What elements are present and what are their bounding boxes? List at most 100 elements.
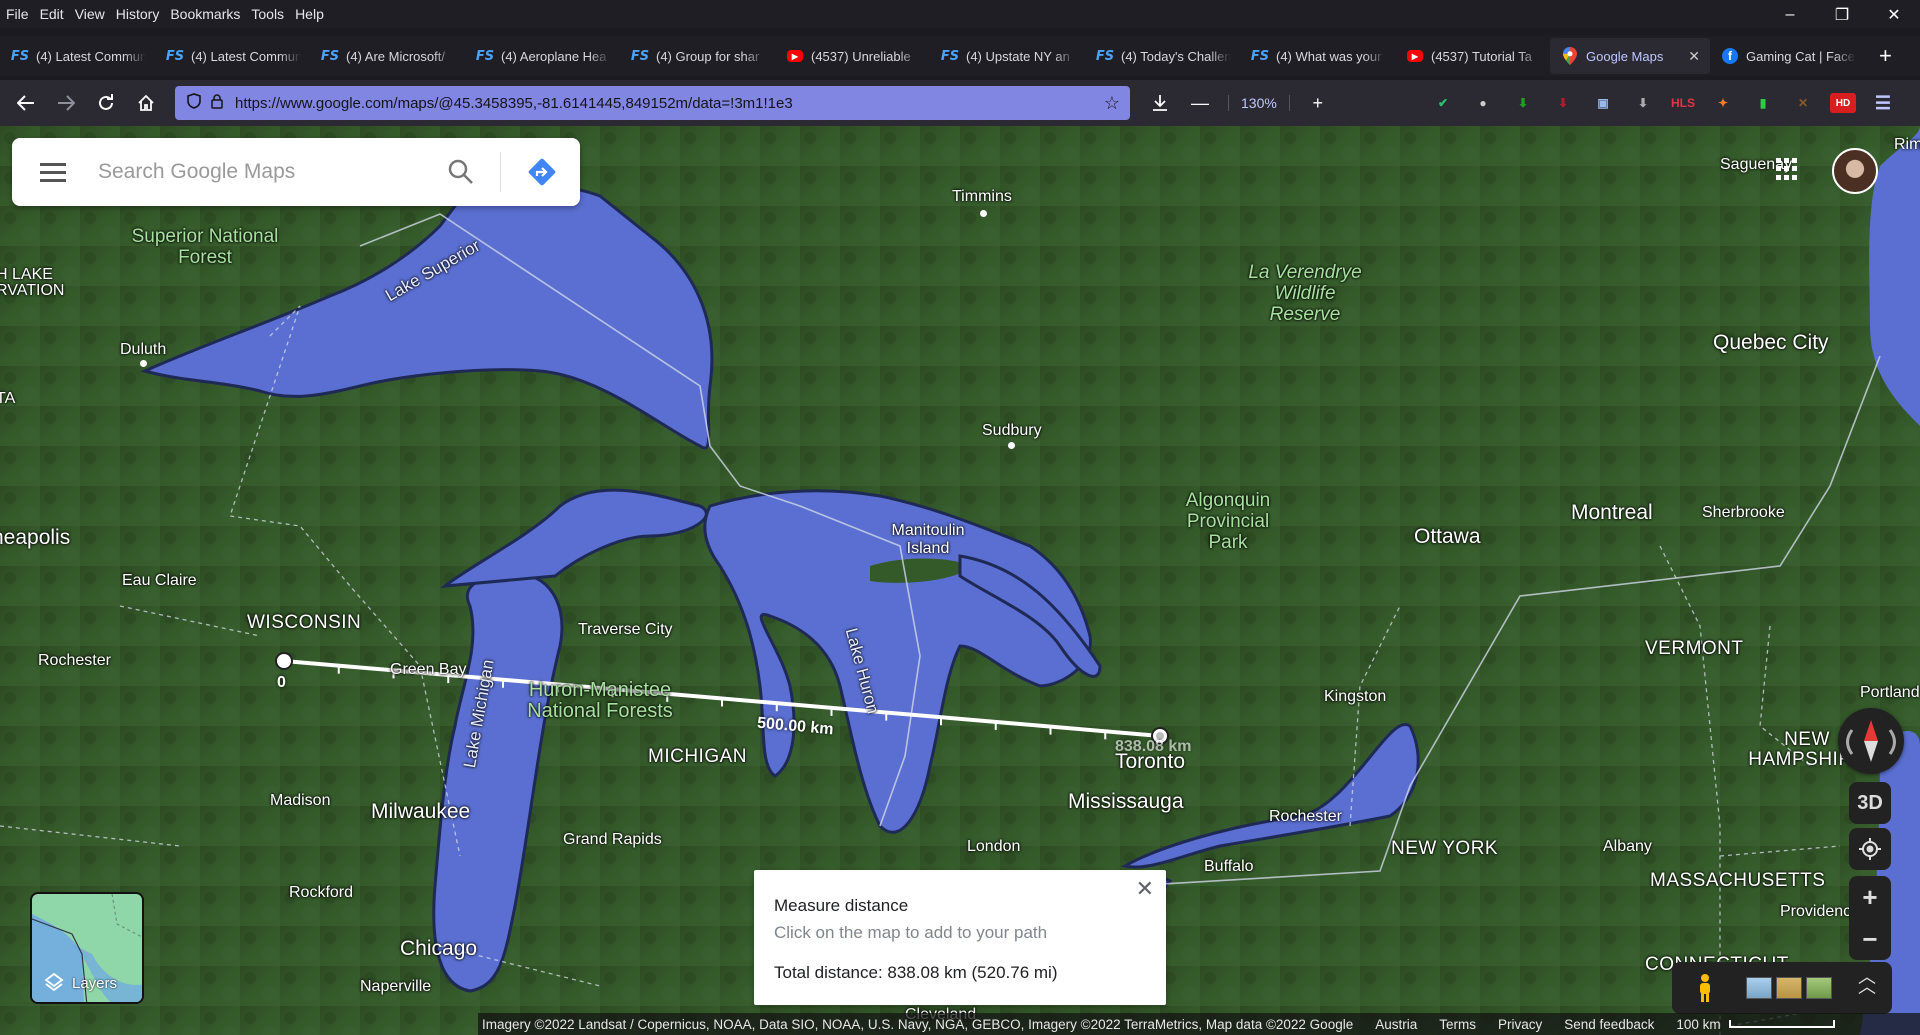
terrain-thumbnail[interactable] — [1776, 977, 1802, 999]
close-window-button[interactable]: ✕ — [1868, 0, 1920, 30]
tab-6[interactable]: FS (4) Upstate NY an — [930, 38, 1085, 74]
video-download-icon[interactable]: ⬇ — [1550, 93, 1576, 113]
green-download-icon[interactable]: ⬇ — [1510, 93, 1536, 113]
downloads-button[interactable] — [1140, 87, 1180, 119]
scale-bar[interactable] — [1728, 1020, 1835, 1028]
pegman-icon[interactable] — [1690, 973, 1720, 1003]
tab-label: Gaming Cat | Face — [1746, 48, 1855, 64]
directions-icon[interactable] — [526, 156, 558, 188]
map-label-city: Grand Rapids — [563, 831, 662, 848]
browser-window: File Edit View History Bookmarks Tools H… — [0, 0, 1920, 1035]
home-button[interactable] — [126, 87, 166, 119]
tab-label: (4) Upstate NY an — [966, 48, 1070, 64]
reload-button[interactable] — [86, 87, 126, 119]
hd-icon[interactable]: HD — [1830, 93, 1856, 113]
hls-icon[interactable]: HLS — [1670, 93, 1696, 113]
menu-history[interactable]: History — [116, 6, 160, 22]
home-icon — [138, 94, 154, 111]
map-zoom-in-button[interactable]: + — [1849, 876, 1891, 918]
forward-arrow-icon — [58, 95, 75, 111]
green-folder-icon[interactable]: ▮ — [1750, 93, 1776, 113]
tab-2[interactable]: FS (4) Are Microsoft/ — [310, 38, 465, 74]
restore-button[interactable]: ❐ — [1816, 0, 1868, 30]
tab-9[interactable]: ▶ (4537) Tutorial Ta — [1395, 38, 1550, 74]
zoom-level[interactable]: 130% — [1228, 95, 1290, 111]
city-dot — [140, 360, 147, 367]
menu-hamburger-icon[interactable] — [40, 162, 66, 182]
window-controls: – ❐ ✕ — [1764, 0, 1920, 28]
tab-label: (4) Aeroplane Hea — [501, 48, 607, 64]
bookmark-star-icon[interactable]: ☆ — [1104, 93, 1120, 114]
download-icon[interactable]: ⬇ — [1630, 93, 1656, 113]
map-zoom-out-button[interactable]: − — [1849, 918, 1891, 960]
tab-label: (4) Group for shar — [656, 48, 760, 64]
tab-5[interactable]: ▶ (4537) Unreliable — [775, 38, 930, 74]
menu-view[interactable]: View — [75, 6, 105, 22]
menu-tools[interactable]: Tools — [251, 6, 284, 22]
measure-start-label: 0 — [277, 674, 286, 691]
menu-edit[interactable]: Edit — [40, 6, 64, 22]
send-feedback-link[interactable]: Send feedback — [1564, 1017, 1654, 1032]
minimize-button[interactable]: – — [1764, 0, 1816, 30]
adguard-vpn-icon[interactable]: ✔ — [1430, 93, 1456, 113]
pinwheel-icon[interactable]: ✦ — [1710, 93, 1736, 113]
terms-link[interactable]: Terms — [1439, 1017, 1476, 1032]
zoom-out-button[interactable]: — — [1180, 87, 1220, 119]
molecule-extension-icon[interactable]: ● — [1470, 93, 1496, 113]
measure-total-distance: Total distance: 838.08 km (520.76 mi) — [774, 963, 1058, 982]
compass-button[interactable] — [1838, 708, 1904, 774]
app-menu-icon[interactable]: ☰ — [1870, 93, 1896, 113]
search-icon[interactable] — [447, 158, 475, 186]
search-input[interactable] — [98, 160, 428, 184]
map-zoom-controls: + − — [1849, 876, 1891, 960]
zoom-in-button[interactable]: + — [1298, 87, 1338, 119]
forward-button[interactable] — [46, 87, 86, 119]
map-label-city: Madison — [270, 792, 331, 809]
map-label-city: Eau Claire — [122, 572, 197, 589]
menu-help[interactable]: Help — [295, 6, 324, 22]
3d-toggle-button[interactable]: 3D — [1849, 782, 1891, 824]
tab-8[interactable]: FS (4) What was your — [1240, 38, 1395, 74]
url-bar[interactable]: https://www.google.com/maps/@45.3458395,… — [175, 86, 1130, 120]
map-label-island: Manitoulin Island — [891, 522, 965, 557]
menu-file[interactable]: File — [6, 6, 29, 22]
map-label-city: Portland — [1860, 684, 1920, 701]
fs-favicon-icon: FS — [1250, 48, 1270, 64]
new-tab-button[interactable]: + — [1879, 43, 1892, 69]
tab-label: (4) Are Microsoft/ — [346, 48, 445, 64]
map-label-city: Green Bay — [390, 661, 467, 678]
avatar[interactable] — [1832, 148, 1878, 194]
tab-1[interactable]: FS (4) Latest Community — [155, 38, 310, 74]
map-label-city: Quebec City — [1713, 331, 1829, 354]
my-location-button[interactable] — [1849, 828, 1891, 870]
privacy-link[interactable]: Privacy — [1498, 1017, 1542, 1032]
close-icon[interactable]: ✕ — [1136, 876, 1154, 902]
tracking-protection-shield-icon[interactable] — [187, 93, 201, 113]
tab-7[interactable]: FS (4) Today's Challen — [1085, 38, 1240, 74]
tab-google-maps[interactable]: Google Maps ✕ — [1550, 38, 1710, 74]
url-text[interactable]: https://www.google.com/maps/@45.3458395,… — [235, 95, 793, 112]
disabled-extension-icon[interactable]: ✕ — [1790, 93, 1816, 113]
measure-distance-card: Measure distance Click on the map to add… — [754, 870, 1166, 1005]
map-canvas[interactable]: Timmins Sudbury Duluth Eau Claire Roches… — [0, 126, 1920, 1035]
menu-bookmarks[interactable]: Bookmarks — [170, 6, 240, 22]
scale-label[interactable]: 100 km — [1676, 1017, 1720, 1032]
expand-chevron-icon[interactable]: ︿ ︿ — [1858, 968, 1876, 996]
back-button[interactable] — [6, 87, 46, 119]
tab-4[interactable]: FS (4) Group for shar — [620, 38, 775, 74]
tab-3[interactable]: FS (4) Aeroplane Hea — [465, 38, 620, 74]
lock-icon[interactable] — [211, 93, 223, 113]
download-arrow-icon — [1153, 95, 1167, 111]
layers-button[interactable]: Layers — [30, 892, 144, 1004]
screenshot-icon[interactable]: ▣ — [1590, 93, 1616, 113]
map-label-city: Traverse City — [578, 621, 673, 638]
menu-bar: File Edit View History Bookmarks Tools H… — [0, 0, 1920, 28]
tab-close-icon[interactable]: ✕ — [1688, 48, 1700, 65]
region-link[interactable]: Austria — [1375, 1017, 1417, 1032]
imagery-thumbnail[interactable] — [1746, 977, 1772, 999]
tab-11[interactable]: f Gaming Cat | Face — [1710, 38, 1865, 74]
google-apps-icon[interactable] — [1776, 158, 1798, 180]
tab-0[interactable]: FS (4) Latest Community — [0, 38, 155, 74]
tab-strip: FS (4) Latest Community FS (4) Latest Comm… — [0, 36, 1920, 76]
satellite-thumbnail[interactable] — [1806, 977, 1832, 999]
